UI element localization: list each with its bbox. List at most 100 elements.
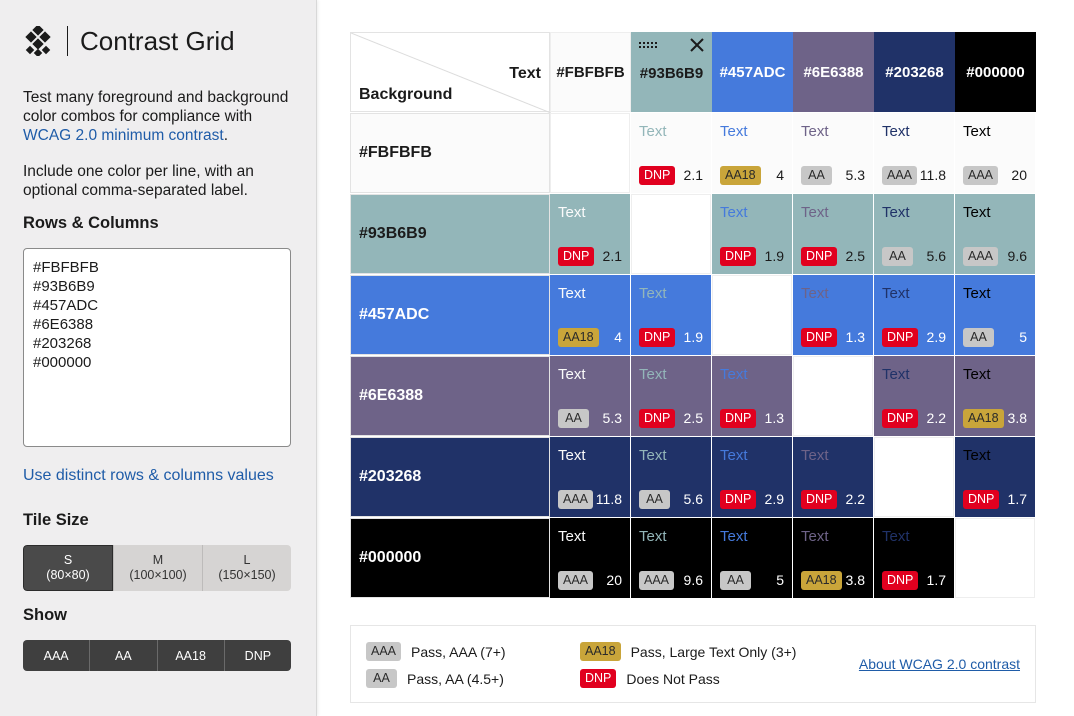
contrast-cell: Text DNP 1.7 — [955, 437, 1035, 517]
rows-columns-label: Rows & Columns — [23, 214, 159, 232]
color-line: #000000 — [33, 354, 92, 371]
sample-text: Text — [720, 204, 748, 221]
color-line: #6E6388 — [33, 316, 94, 333]
show-aa18-toggle[interactable]: AA18 — [156, 640, 224, 671]
contrast-cell: Text DNP 2.1 — [550, 194, 630, 274]
sample-text: Text — [801, 447, 829, 464]
contrast-cell: Text AAA 9.6 — [631, 518, 711, 598]
close-icon[interactable] — [690, 38, 704, 52]
contrast-cell: Text AA 5 — [712, 518, 792, 598]
sample-text: Text — [639, 366, 667, 383]
colors-textarea[interactable]: #FBFBFB #93B6B9 #457ADC #6E6388 #203268 #0000… — [23, 248, 291, 447]
compliance-badge: DNP — [720, 490, 757, 509]
contrast-cell: Text AA 5.6 — [874, 194, 954, 274]
legend-text: Pass, Large Text Only (3+) — [630, 643, 797, 660]
contrast-cell: Text AA 5 — [955, 275, 1035, 355]
sample-text: Text — [882, 366, 910, 383]
sample-text: Text — [639, 528, 667, 545]
legend-badge: AAA — [366, 642, 402, 661]
tile-size-medium-button[interactable]: M (100×100) — [113, 545, 202, 591]
sample-text: Text — [639, 123, 667, 140]
contrast-cell: Text AAA 11.8 — [550, 437, 630, 517]
sidebar: Contrast Grid Test many foreground and b… — [0, 0, 317, 716]
tile-size-small-button[interactable]: S (80×80) — [23, 545, 113, 591]
contrast-ratio: 1.7 — [926, 572, 946, 588]
drag-handle-icon[interactable] — [639, 41, 659, 49]
legend-badge: AA — [366, 669, 397, 688]
contrast-ratio: 5 — [776, 572, 784, 588]
intro-text: Test many foreground and background colo… — [23, 89, 289, 144]
contrast-cell: Text AAA 11.8 — [874, 113, 954, 193]
legend-item-aa: AA Pass, AA (4.5+) — [366, 669, 504, 688]
legend-text: Does Not Pass — [626, 670, 720, 687]
row-header: #000000 — [350, 518, 550, 598]
compliance-badge: AA — [882, 247, 913, 266]
compliance-badge: DNP — [720, 409, 757, 428]
compliance-badge: DNP — [558, 247, 595, 266]
tile-size-selector: S (80×80) M (100×100) L (150×150) — [23, 545, 291, 591]
empty-cell — [874, 437, 954, 517]
empty-cell — [955, 518, 1035, 598]
tile-size-large-button[interactable]: L (150×150) — [202, 545, 291, 591]
sample-text: Text — [720, 447, 748, 464]
contrast-cell: Text DNP 1.9 — [631, 275, 711, 355]
compliance-badge: DNP — [801, 247, 838, 266]
contrast-cell: Text DNP 1.3 — [712, 356, 792, 436]
sample-text: Text — [882, 285, 910, 302]
column-header[interactable]: #93B6B9 — [631, 32, 712, 112]
contrast-ratio: 2.2 — [845, 491, 865, 507]
sample-text: Text — [801, 528, 829, 545]
show-label: Show — [23, 606, 67, 624]
show-dnp-toggle[interactable]: DNP — [223, 640, 291, 671]
brand-divider — [67, 26, 68, 56]
color-line: #457ADC — [33, 297, 99, 314]
contrast-cell: Text AA 5.3 — [550, 356, 630, 436]
brand: Contrast Grid — [23, 24, 235, 58]
contrast-ratio: 2.5 — [845, 248, 865, 264]
show-aa-toggle[interactable]: AA — [89, 640, 156, 671]
compliance-badge: AA — [639, 490, 670, 509]
compliance-badge: DNP — [639, 328, 676, 347]
compliance-badge: DNP — [963, 490, 1000, 509]
contrast-cell: Text AAA 20 — [955, 113, 1035, 193]
contrast-ratio: 1.7 — [1007, 491, 1027, 507]
contrast-ratio: 1.9 — [764, 248, 784, 264]
column-header-label: #203268 — [885, 63, 944, 81]
compliance-badge: AA — [720, 571, 751, 590]
compliance-badge: DNP — [639, 166, 676, 185]
wcag-link[interactable]: WCAG 2.0 minimum contrast — [23, 127, 224, 144]
show-filter: AAA AA AA18 DNP — [23, 640, 291, 671]
sample-text: Text — [963, 204, 991, 221]
show-aaa-toggle[interactable]: AAA — [23, 640, 89, 671]
legend-item-dnp: DNP Does Not Pass — [580, 669, 720, 688]
sample-text: Text — [558, 366, 586, 383]
legend-item-aaa: AAA Pass, AAA (7+) — [366, 642, 506, 661]
empty-cell — [631, 194, 711, 274]
app-title: Contrast Grid — [80, 25, 235, 56]
contrast-ratio: 1.3 — [845, 329, 865, 345]
legend-badge: DNP — [580, 669, 617, 688]
row-header: #93B6B9 — [350, 194, 550, 274]
contrast-cell: Text DNP 2.2 — [874, 356, 954, 436]
about-wcag-link[interactable]: About WCAG 2.0 contrast — [859, 656, 1020, 672]
column-header-label: #457ADC — [719, 63, 786, 81]
contrast-ratio: 5 — [1019, 329, 1027, 345]
legend-item-aa18: AA18 Pass, Large Text Only (3+) — [580, 642, 796, 661]
contrast-ratio: 1.3 — [764, 410, 784, 426]
sample-text: Text — [801, 123, 829, 140]
contrast-cell: Text DNP 2.5 — [631, 356, 711, 436]
sample-text: Text — [639, 447, 667, 464]
tile-size-label: Tile Size — [23, 511, 89, 529]
distinct-values-link[interactable]: Use distinct rows & columns values — [23, 467, 274, 485]
corner-background-label: Background — [359, 86, 453, 103]
compliance-badge: AA — [558, 409, 589, 428]
contrast-cell: Text DNP 2.1 — [631, 113, 711, 193]
contrast-cell: Text AAA 20 — [550, 518, 630, 598]
sample-text: Text — [963, 366, 991, 383]
contrast-ratio: 20 — [606, 572, 622, 588]
column-header: #457ADC — [712, 32, 793, 112]
contrast-cell: Text AAA 9.6 — [955, 194, 1035, 274]
row-header: #6E6388 — [350, 356, 550, 436]
compliance-badge: AA — [963, 328, 994, 347]
contrast-ratio: 5.3 — [845, 167, 865, 183]
